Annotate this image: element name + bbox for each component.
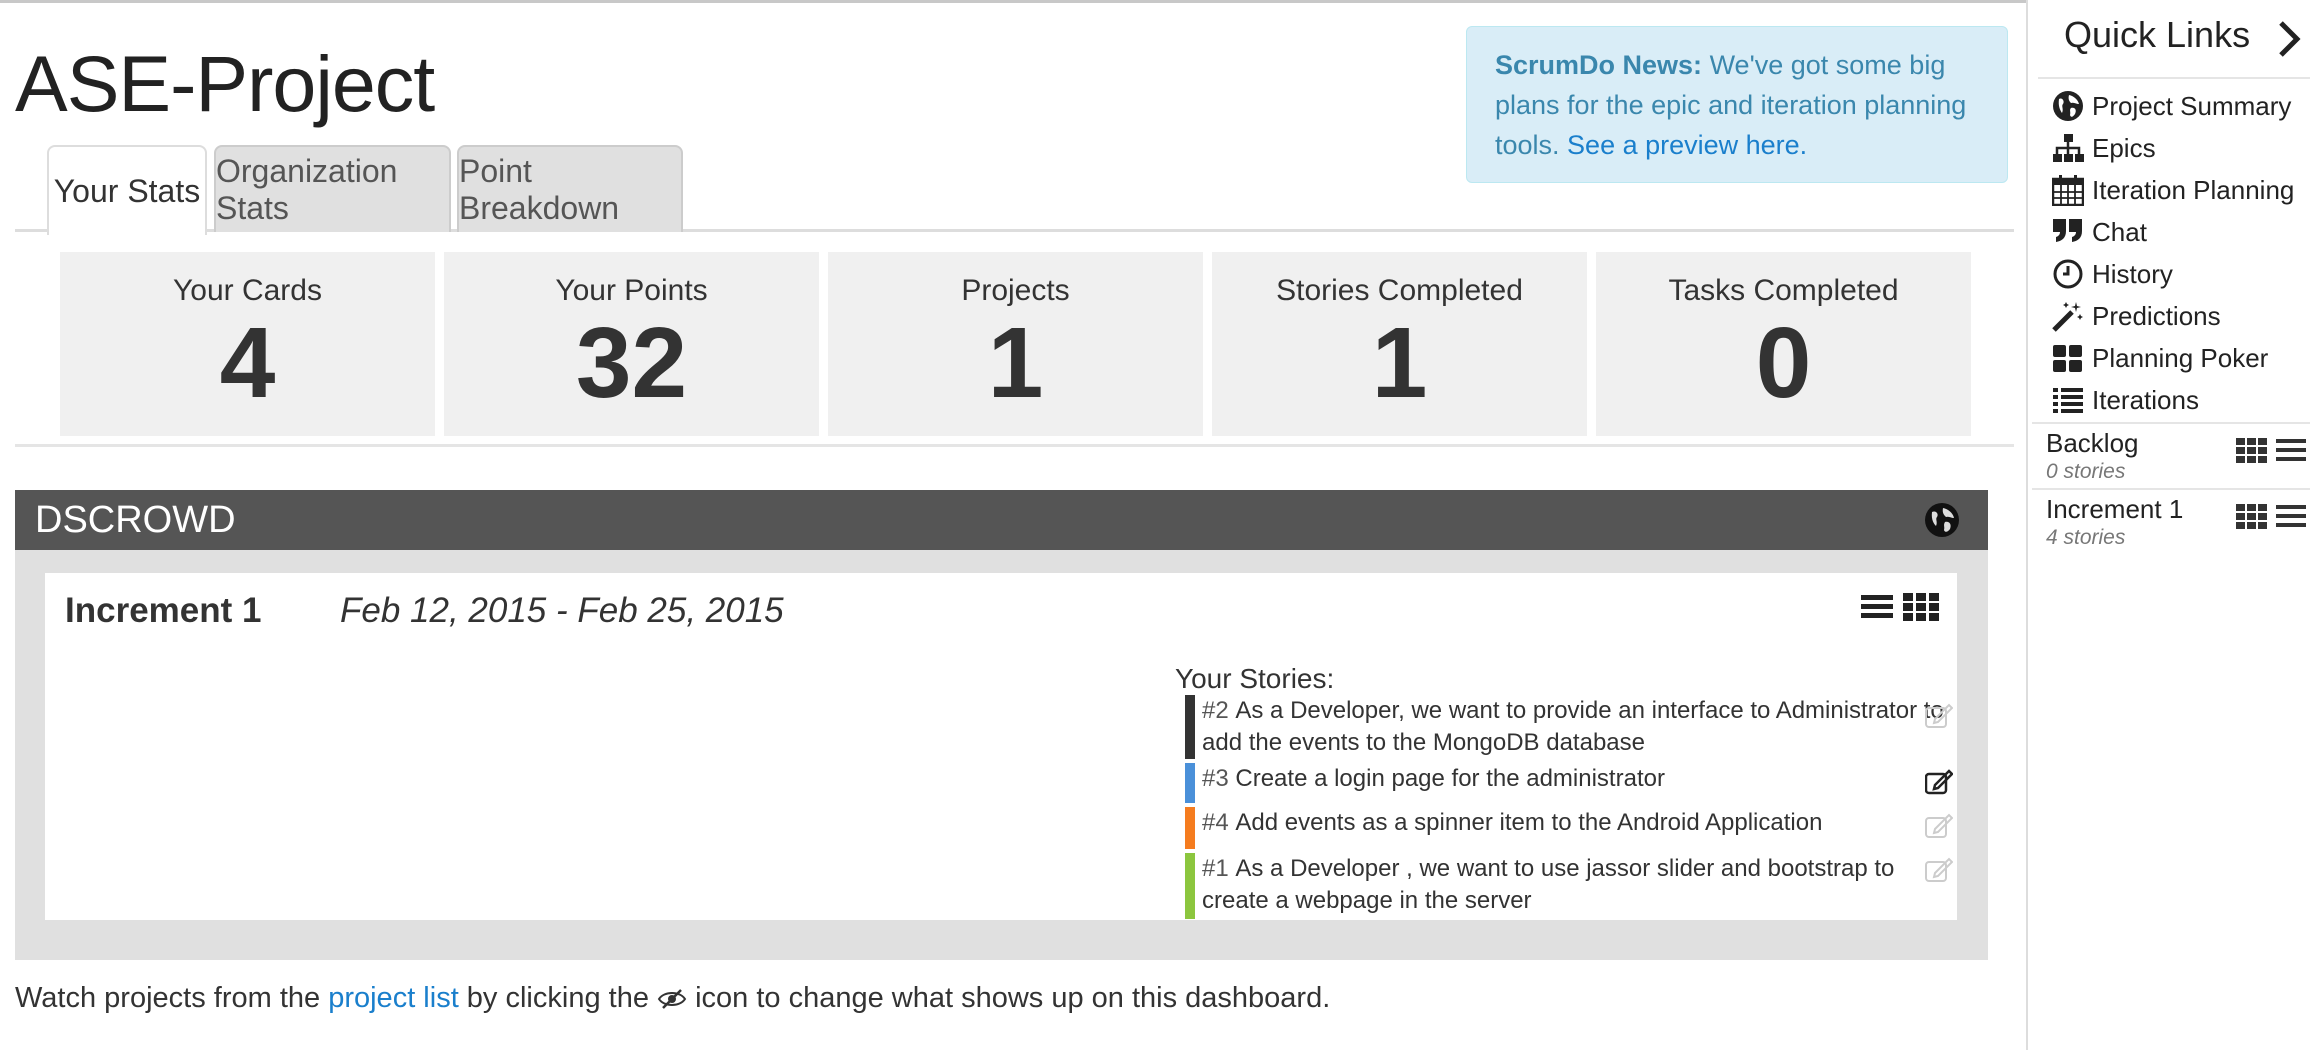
list-view-icon[interactable] (2276, 502, 2306, 530)
story-number: #3 (1202, 765, 1229, 792)
edit-icon[interactable] (1925, 813, 1953, 839)
iteration-view-icons (1855, 593, 1939, 626)
story-number: #4 (1202, 809, 1229, 836)
stat-label: Your Cards (173, 274, 322, 307)
footer-prefix: Watch projects from the (15, 982, 329, 1014)
project-panel: DSCROWD Increment 1 Feb 12, 2015 - Feb 2… (15, 490, 1988, 960)
globe-icon[interactable] (1924, 502, 1960, 538)
iteration-name: Increment 1 (65, 591, 262, 630)
story-text: Create a login page for the administrato… (1235, 765, 1665, 792)
news-label: ScrumDo News: (1495, 50, 1703, 80)
page-title: ASE-Project (15, 39, 435, 128)
story-number: #1 (1202, 855, 1229, 882)
stat-label: Stories Completed (1276, 274, 1523, 307)
stat-tasks-completed: Tasks Completed 0 (1596, 252, 1971, 436)
quick-link-label: Project Summary (2092, 90, 2292, 121)
iteration-card: Increment 1 Feb 12, 2015 - Feb 25, 2015 … (45, 573, 1957, 920)
stat-label: Tasks Completed (1668, 274, 1899, 307)
iteration-name: Increment 1 (2046, 494, 2184, 524)
quick-link-label: Iteration Planning (2092, 174, 2295, 205)
stats-tabs: Your Stats Organization Stats Point Brea… (15, 145, 2014, 235)
footer-middle: by clicking the (458, 982, 658, 1014)
chevron-right-icon[interactable] (2276, 20, 2302, 58)
story-color-bar (1185, 763, 1195, 803)
calendar-icon (2051, 174, 2085, 207)
quick-link-label: Chat (2092, 216, 2147, 247)
project-header: DSCROWD (15, 490, 1988, 550)
edit-icon[interactable] (1925, 769, 1953, 795)
main-content: ASE-Project ScrumDo News: We've got some… (0, 0, 2026, 1050)
story-item[interactable]: #1 As a Developer , we want to use jasso… (1185, 853, 1953, 919)
stat-value: 4 (219, 307, 276, 419)
footer-suffix: icon to change what shows up on this das… (687, 982, 1331, 1014)
sidebar-iteration-increment-1[interactable]: Increment 1 4 stories (2032, 488, 2310, 552)
stat-your-cards: Your Cards 4 (60, 252, 435, 436)
grid-view-icon[interactable] (2236, 436, 2268, 464)
iteration-name: Backlog (2046, 428, 2139, 458)
magic-wand-icon (2052, 300, 2084, 332)
stat-your-points: Your Points 32 (444, 252, 819, 436)
quick-link-label: Planning Poker (2092, 342, 2269, 373)
quick-link-chat[interactable]: Chat (2052, 212, 2147, 252)
story-color-bar (1185, 695, 1195, 759)
story-item[interactable]: #3 Create a login page for the administr… (1185, 763, 1953, 803)
iteration-dates: Feb 12, 2015 - Feb 25, 2015 (340, 591, 784, 630)
tab-point-breakdown[interactable]: Point Breakdown (457, 145, 683, 232)
story-item[interactable]: #2 As a Developer, we want to provide an… (1185, 695, 1953, 759)
list-view-icon[interactable] (1860, 593, 1893, 626)
stat-value: 1 (1371, 307, 1428, 419)
dashboard-footer-note: Watch projects from the project list by … (15, 982, 1330, 1015)
divider (2038, 77, 2310, 79)
your-stories-title: Your Stories: (1175, 663, 1335, 694)
stat-value: 1 (987, 307, 1044, 419)
list-view-icon[interactable] (2276, 436, 2306, 464)
story-color-bar (1185, 853, 1195, 919)
quick-link-iteration-planning[interactable]: Iteration Planning (2051, 170, 2295, 210)
cards-icon (2052, 342, 2084, 374)
divider (15, 444, 2014, 447)
iteration-story-count: 0 stories (2046, 460, 2126, 483)
story-color-bar (1185, 807, 1195, 849)
edit-icon[interactable] (1925, 703, 1953, 729)
stat-projects: Projects 1 (828, 252, 1203, 436)
project-name: DSCROWD (35, 499, 236, 541)
quick-link-history[interactable]: History (2052, 254, 2173, 294)
project-list-link[interactable]: project list (328, 982, 459, 1014)
sitemap-icon (2052, 132, 2084, 164)
quick-links-sidebar: Quick Links Project Summary Epics Iterat… (2026, 0, 2314, 1050)
quick-link-predictions[interactable]: Predictions (2052, 296, 2221, 336)
sidebar-iteration-backlog[interactable]: Backlog 0 stories (2032, 422, 2310, 486)
quick-link-iterations[interactable]: Iterations (2052, 380, 2199, 420)
tab-your-stats[interactable]: Your Stats (47, 145, 207, 235)
story-number: #2 (1202, 697, 1229, 724)
quick-link-label: Iterations (2092, 384, 2199, 415)
iteration-story-count: 4 stories (2046, 526, 2126, 549)
quick-link-label: Epics (2092, 132, 2156, 163)
quick-link-epics[interactable]: Epics (2052, 128, 2156, 168)
story-item[interactable]: #4 Add events as a spinner item to the A… (1185, 807, 1953, 849)
stat-value: 0 (1755, 307, 1812, 419)
stat-label: Your Points (555, 274, 708, 307)
edit-icon[interactable] (1925, 857, 1953, 883)
stat-stories-completed: Stories Completed 1 (1212, 252, 1587, 436)
clock-icon (2052, 258, 2084, 290)
quick-links-title: Quick Links (2064, 14, 2251, 55)
stat-value: 32 (575, 307, 688, 419)
grid-view-icon[interactable] (2236, 502, 2268, 530)
quick-link-planning-poker[interactable]: Planning Poker (2052, 338, 2268, 378)
stat-label: Projects (961, 274, 1070, 307)
quick-link-project-summary[interactable]: Project Summary (2052, 86, 2291, 126)
story-text: Add events as a spinner item to the Andr… (1235, 809, 1823, 836)
quote-icon (2052, 216, 2084, 248)
globe-icon (2052, 90, 2084, 122)
story-text: As a Developer , we want to use jassor s… (1202, 855, 1895, 914)
grid-view-icon[interactable] (1903, 593, 1939, 626)
eye-slash-icon (657, 989, 687, 1010)
tab-organization-stats[interactable]: Organization Stats (214, 145, 451, 232)
list-icon (2052, 384, 2084, 416)
story-text: As a Developer, we want to provide an in… (1202, 697, 1944, 756)
quick-link-label: Predictions (2092, 300, 2221, 331)
quick-link-label: History (2092, 258, 2173, 289)
